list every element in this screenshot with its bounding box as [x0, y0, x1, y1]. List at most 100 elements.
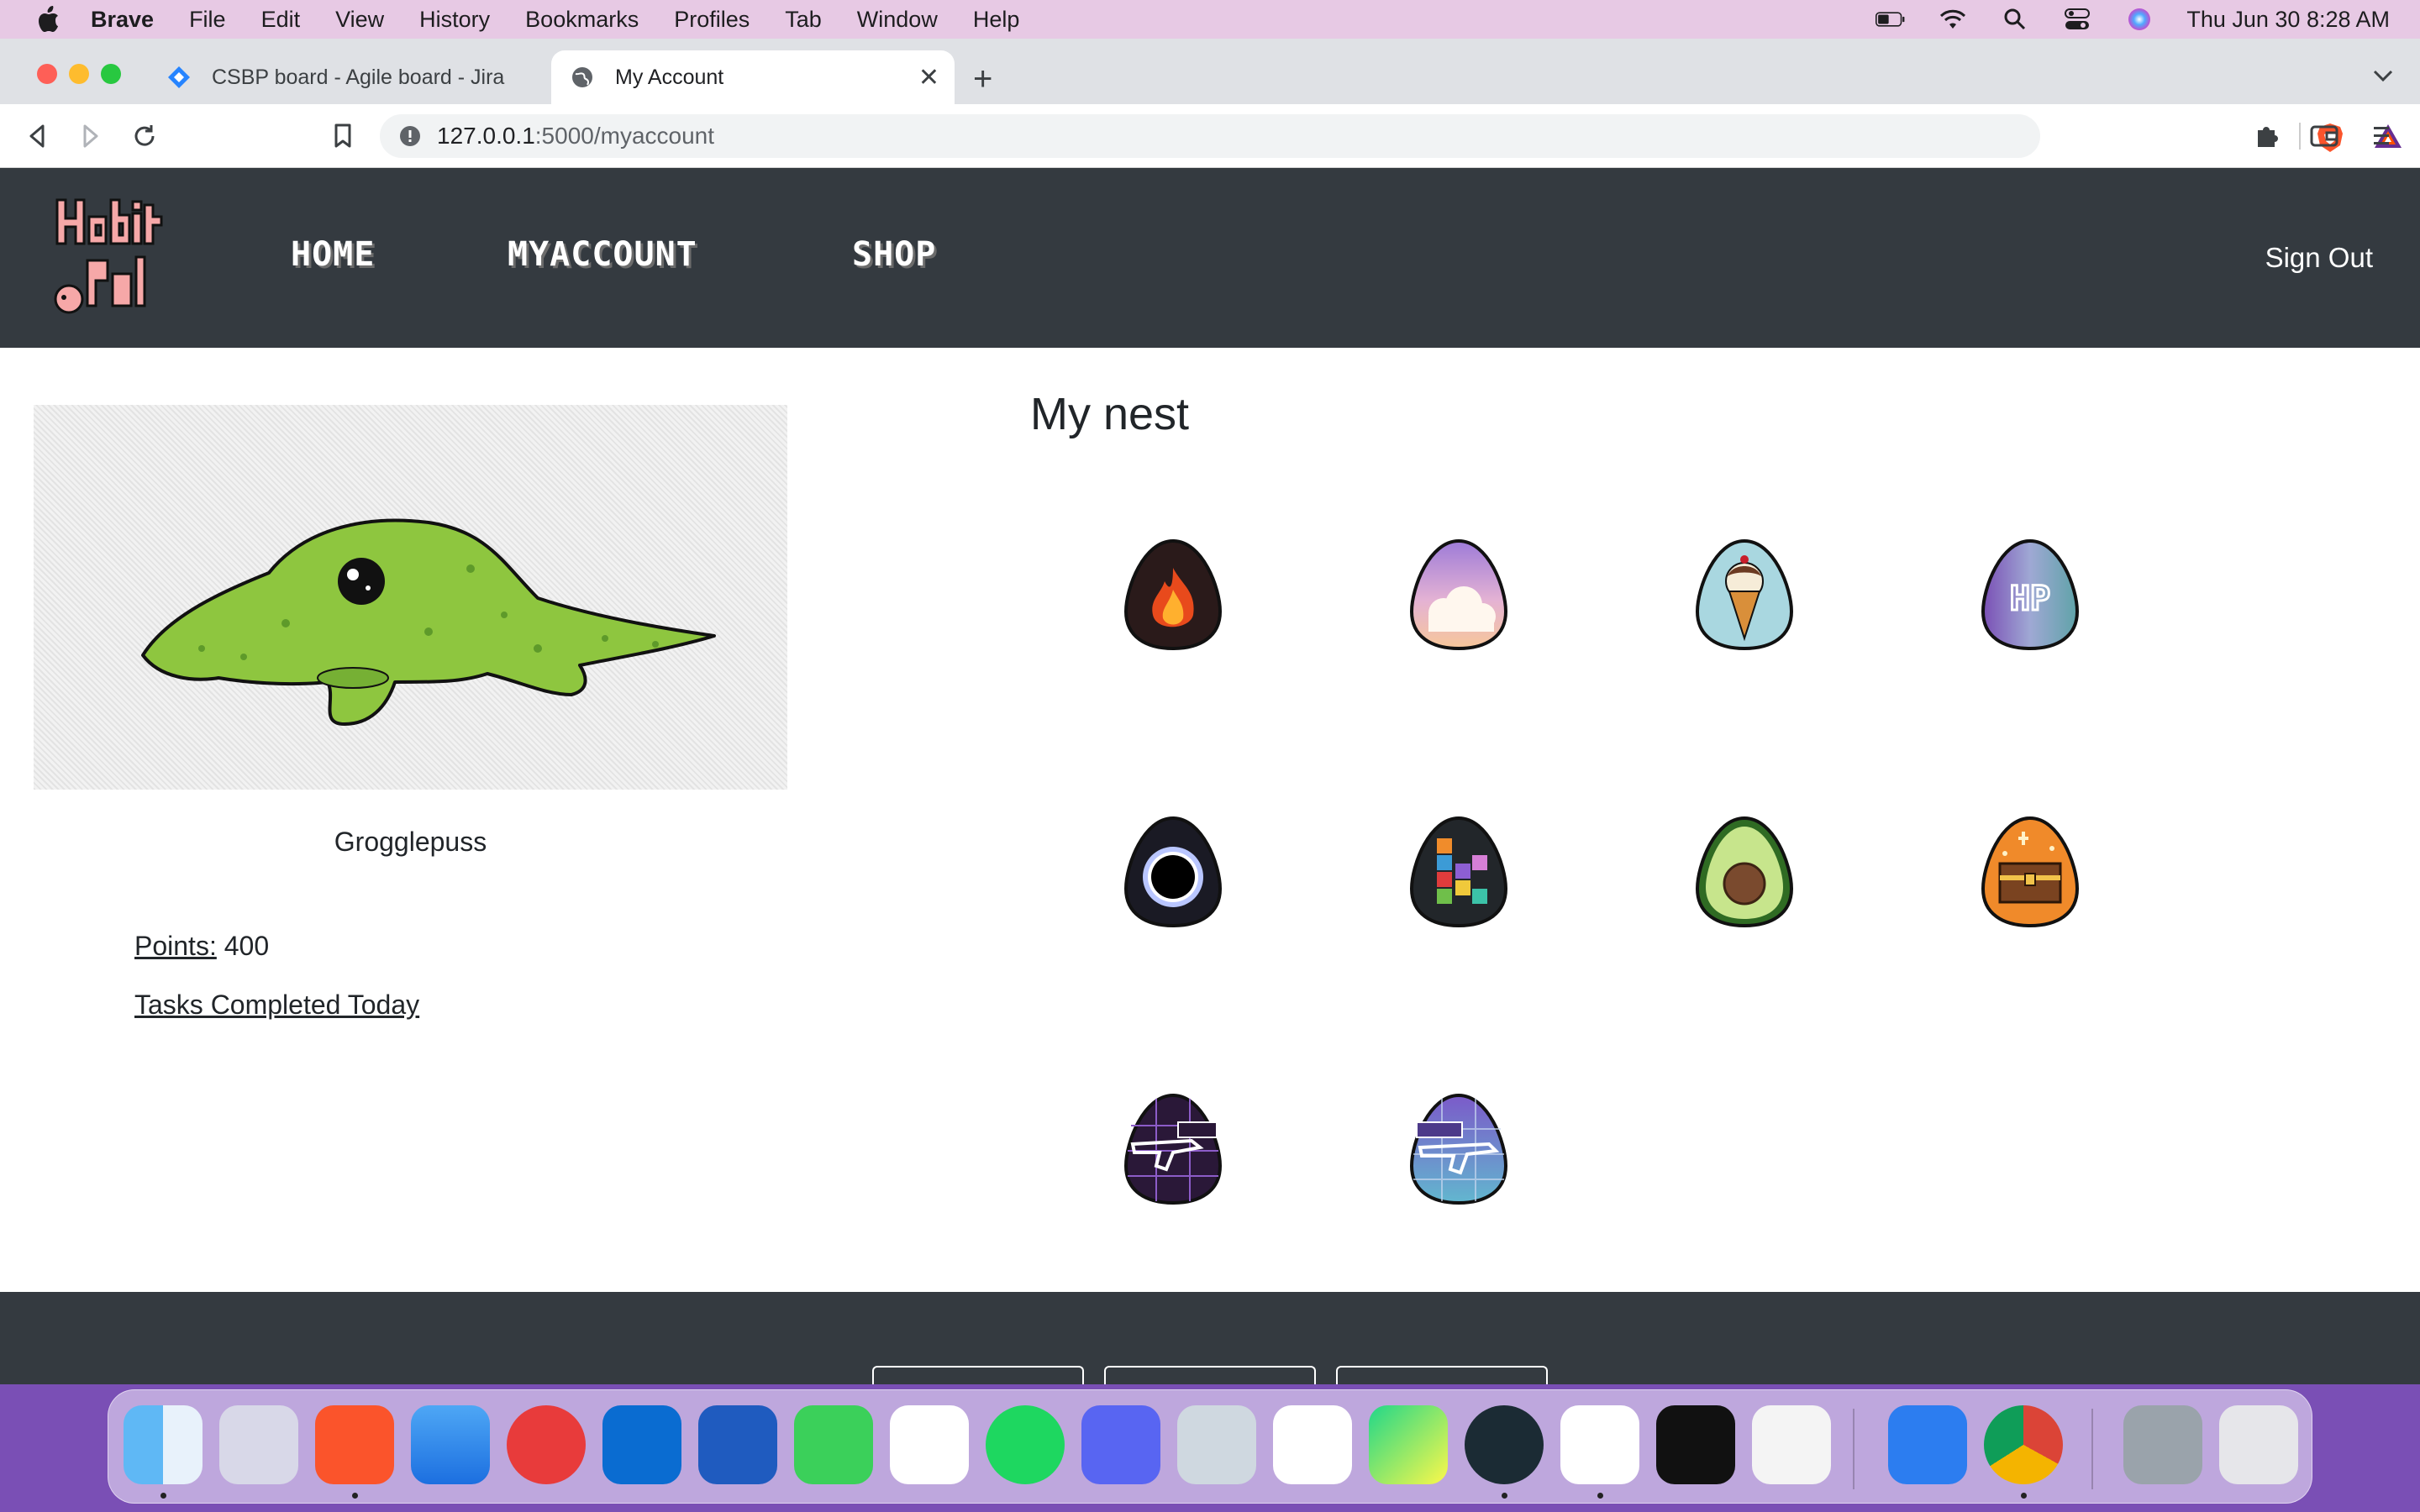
wifi-icon[interactable]	[1938, 7, 1968, 32]
svg-text:HP: HP	[2010, 580, 2050, 618]
fire-egg[interactable]	[1123, 538, 1223, 652]
m4a4-egg[interactable]	[1408, 1092, 1509, 1206]
trash-icon[interactable]	[2219, 1405, 2298, 1484]
spotify-icon[interactable]	[986, 1405, 1065, 1484]
menu-help[interactable]: Help	[973, 7, 1020, 33]
tab-jira-title: CSBP board - Agile board - Jira	[212, 65, 505, 89]
site-info-icon[interactable]	[398, 124, 422, 148]
brave-running-dot	[352, 1493, 358, 1499]
reload-button[interactable]	[126, 118, 163, 155]
hamburger-menu-icon[interactable]	[2363, 118, 2400, 155]
launchpad-icon[interactable]	[219, 1405, 298, 1484]
window-minimize-button[interactable]	[69, 64, 89, 84]
forward-button[interactable]	[72, 118, 109, 155]
control-center-icon[interactable]	[2062, 7, 2092, 32]
pet-name: Grogglepuss	[334, 827, 487, 857]
tab-close-icon[interactable]: ✕	[918, 63, 939, 92]
downloads-stack-icon[interactable]	[2123, 1405, 2202, 1484]
macos-menubar: Brave File Edit View History Bookmarks P…	[0, 0, 2420, 39]
tab-my-account[interactable]: My Account ✕	[551, 50, 955, 104]
menu-profiles[interactable]: Profiles	[674, 7, 750, 33]
nav-myaccount-link[interactable]: MYACCOUNT	[508, 235, 697, 274]
gitkraken-running-dot	[1502, 1493, 1507, 1499]
finder-icon[interactable]	[124, 1405, 203, 1484]
tab-my-account-title: My Account	[615, 65, 724, 89]
vscode-running-dot	[1597, 1493, 1603, 1499]
footer-button-2[interactable]	[1104, 1366, 1316, 1384]
wallet-icon[interactable]	[2306, 118, 2343, 155]
points-label[interactable]: Points:	[134, 931, 217, 961]
new-tab-button[interactable]: +	[973, 62, 992, 96]
jira-icon	[166, 65, 192, 90]
menu-edit[interactable]: Edit	[261, 7, 301, 33]
menu-history[interactable]: History	[419, 7, 490, 33]
url-text[interactable]: 127.0.0.1:5000/myaccount	[437, 123, 714, 150]
address-bar[interactable]: 127.0.0.1:5000/myaccount	[380, 114, 2402, 158]
spotlight-search-icon[interactable]	[2000, 7, 2030, 32]
vscode-icon[interactable]	[1560, 1405, 1639, 1484]
points-stat: Points: 400	[134, 931, 269, 962]
menu-app-name[interactable]: Brave	[91, 7, 154, 33]
brave-icon[interactable]	[315, 1405, 394, 1484]
menu-bookmarks[interactable]: Bookmarks	[525, 7, 639, 33]
back-button[interactable]	[18, 118, 55, 155]
preview-icon[interactable]	[1177, 1405, 1256, 1484]
url-host: 127.0.0.1	[437, 123, 535, 149]
terminal-icon[interactable]	[1656, 1405, 1735, 1484]
outlook-icon[interactable]	[602, 1405, 681, 1484]
ak47-egg[interactable]	[1123, 1092, 1223, 1206]
browser-toolbar: 127.0.0.1:5000/myaccount	[0, 104, 2420, 168]
footer-button-1[interactable]	[872, 1366, 1084, 1384]
menu-view[interactable]: View	[335, 7, 384, 33]
messages-icon[interactable]	[794, 1405, 873, 1484]
xcode-icon[interactable]	[1888, 1405, 1967, 1484]
nest-title: My nest	[1030, 389, 1190, 439]
extensions-puzzle-icon[interactable]	[2249, 118, 2286, 155]
battery-icon[interactable]	[1876, 7, 1906, 32]
cloud-egg[interactable]	[1408, 538, 1509, 652]
pet-image	[34, 405, 787, 790]
nav-home-link[interactable]: HOME	[291, 235, 375, 274]
chrome-running-dot	[2021, 1493, 2027, 1499]
avocado-egg[interactable]	[1694, 815, 1795, 929]
chevron-down-icon[interactable]	[2371, 67, 2395, 86]
ice-cream-egg[interactable]	[1694, 538, 1795, 652]
sign-out-link[interactable]: Sign Out	[2265, 242, 2373, 274]
airmail-icon[interactable]	[507, 1405, 586, 1484]
hp-egg[interactable]: HP	[1980, 538, 2081, 652]
gitkraken-icon[interactable]	[1465, 1405, 1544, 1484]
nav-shop-link[interactable]: SHOP	[852, 235, 936, 274]
blocks-egg[interactable]	[1408, 815, 1509, 929]
window-zoom-button[interactable]	[101, 64, 121, 84]
url-path: :5000/myaccount	[534, 123, 715, 149]
textedit-icon[interactable]	[1752, 1405, 1831, 1484]
web-page: HOME MYACCOUNT SHOP Sign Out Grogglepuss…	[0, 168, 2420, 1384]
site-navbar: HOME MYACCOUNT SHOP Sign Out	[0, 168, 2420, 348]
slack-icon[interactable]	[1273, 1405, 1352, 1484]
footer-button-3[interactable]	[1336, 1366, 1548, 1384]
tab-jira[interactable]: CSBP board - Agile board - Jira	[148, 50, 543, 104]
pycharm-icon[interactable]	[1369, 1405, 1448, 1484]
apple-icon[interactable]	[34, 5, 62, 34]
black-hole-egg[interactable]	[1123, 815, 1223, 929]
word-icon[interactable]	[698, 1405, 777, 1484]
photos-icon[interactable]	[890, 1405, 969, 1484]
habit-pal-logo[interactable]	[50, 193, 182, 324]
menubar-clock[interactable]: Thu Jun 30 8:28 AM	[2186, 7, 2390, 33]
bookmark-icon[interactable]	[324, 118, 361, 155]
points-value: 400	[224, 931, 270, 961]
treasure-chest-egg[interactable]	[1980, 815, 2081, 929]
chrome-icon[interactable]	[1984, 1405, 2063, 1484]
menu-tab[interactable]: Tab	[785, 7, 822, 33]
dock-separator	[1853, 1409, 1854, 1489]
siri-icon[interactable]	[2124, 7, 2154, 32]
window-close-button[interactable]	[37, 64, 57, 84]
mail-icon[interactable]	[411, 1405, 490, 1484]
discord-icon[interactable]	[1081, 1405, 1160, 1484]
tasks-completed-stat: Tasks Completed Today	[134, 990, 419, 1021]
menu-file[interactable]: File	[189, 7, 226, 33]
finder-running-dot	[160, 1493, 166, 1499]
menu-window[interactable]: Window	[857, 7, 938, 33]
tasks-completed-link[interactable]: Tasks Completed Today	[134, 990, 419, 1020]
macos-dock	[108, 1389, 2312, 1504]
